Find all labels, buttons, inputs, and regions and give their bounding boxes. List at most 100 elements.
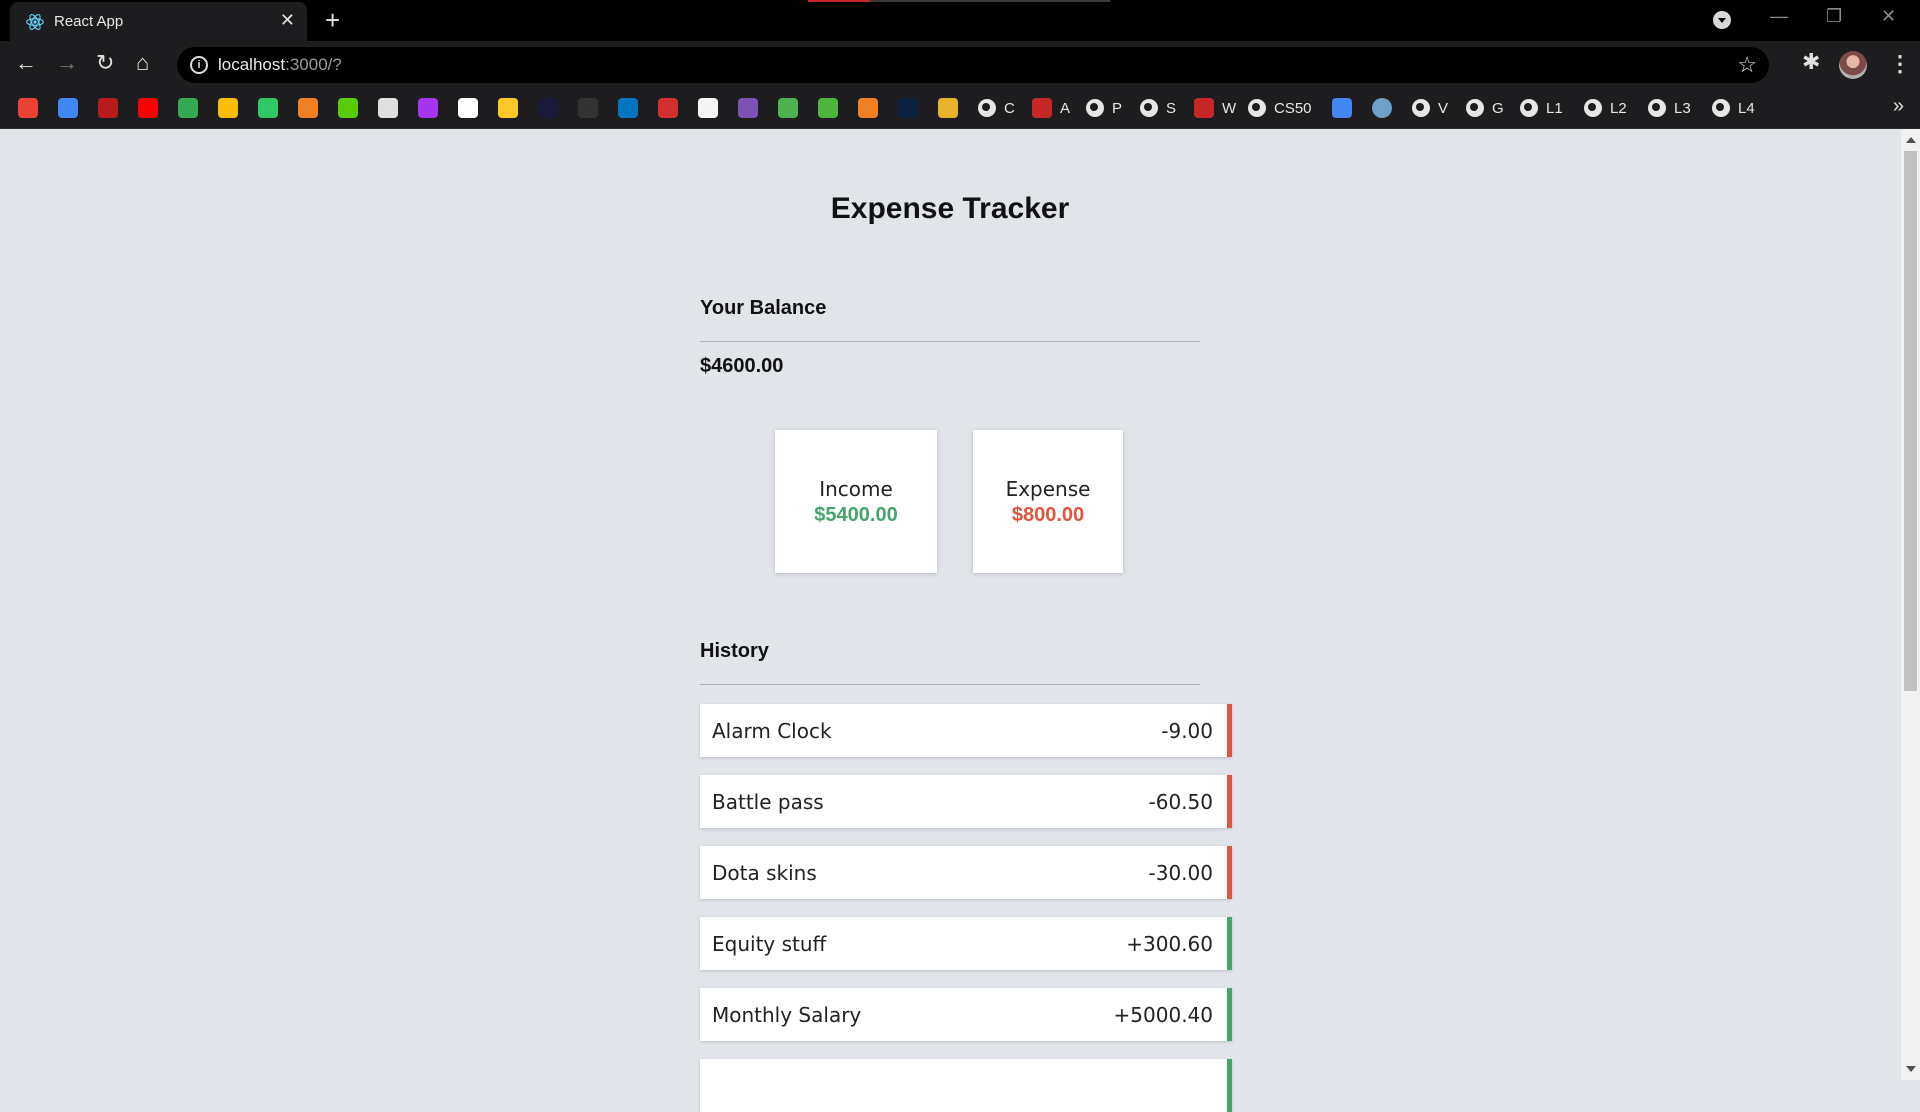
restore-icon[interactable]: ❐ bbox=[1826, 6, 1842, 27]
bookmark-item[interactable] bbox=[218, 97, 238, 119]
globe-icon bbox=[978, 99, 996, 117]
history-divider bbox=[700, 684, 1200, 685]
bookmark-item[interactable] bbox=[618, 97, 638, 119]
bookmark-item[interactable] bbox=[418, 97, 438, 119]
bookmark-item[interactable] bbox=[258, 97, 278, 119]
bookmark-item[interactable] bbox=[1372, 97, 1400, 119]
bookmark-item[interactable] bbox=[18, 97, 38, 119]
tab-search-icon[interactable] bbox=[1713, 11, 1731, 29]
bookmark-item[interactable]: V bbox=[1412, 97, 1448, 119]
bookmark-item[interactable] bbox=[138, 97, 158, 119]
bookmark-label: C bbox=[1004, 99, 1015, 117]
bookmarks-bar: C A P S W CS50 V G L1 L2 L3 L4 » bbox=[0, 88, 1920, 129]
bookmark-item[interactable] bbox=[818, 97, 838, 119]
bookmark-star-icon[interactable]: ☆ bbox=[1737, 52, 1757, 78]
transaction-row[interactable] bbox=[700, 1059, 1232, 1112]
transaction-name: Equity stuff bbox=[712, 932, 827, 956]
scroll-up-icon[interactable] bbox=[1906, 137, 1916, 143]
url-text[interactable]: localhost:3000/? bbox=[218, 55, 342, 75]
dark-square-icon bbox=[898, 98, 918, 118]
balance-divider bbox=[700, 341, 1200, 342]
close-window-icon[interactable]: ✕ bbox=[1881, 6, 1896, 27]
bookmark-item[interactable]: W bbox=[1194, 97, 1236, 119]
bookmark-item[interactable] bbox=[338, 97, 358, 119]
globe-icon bbox=[1648, 99, 1666, 117]
globe-icon bbox=[1520, 99, 1538, 117]
url-host: localhost bbox=[218, 55, 286, 74]
extensions-icon[interactable]: ✱ bbox=[1802, 49, 1820, 75]
bookmark-item[interactable]: S bbox=[1140, 97, 1176, 119]
bookmark-item[interactable]: L1 bbox=[1520, 97, 1563, 119]
bookmark-item[interactable] bbox=[298, 97, 318, 119]
github-icon bbox=[458, 98, 478, 118]
globe-icon bbox=[1584, 99, 1602, 117]
address-bar[interactable]: i localhost:3000/? ☆ bbox=[177, 47, 1769, 83]
transaction-row[interactable]: Alarm Clock -9.00 bbox=[700, 704, 1232, 757]
bookmark-item[interactable]: L2 bbox=[1584, 97, 1627, 119]
info-icon[interactable]: i bbox=[190, 56, 208, 74]
shield-icon bbox=[938, 98, 958, 118]
bookmark-label: P bbox=[1112, 99, 1123, 117]
scroll-down-icon[interactable] bbox=[1906, 1066, 1916, 1072]
bookmark-item[interactable] bbox=[1332, 97, 1360, 119]
transaction-row[interactable]: Equity stuff +300.60 bbox=[700, 917, 1232, 970]
bookmark-item[interactable]: A bbox=[1032, 97, 1070, 119]
transaction-row[interactable]: Battle pass -60.50 bbox=[700, 775, 1232, 828]
income-value: $5400.00 bbox=[814, 504, 898, 526]
reload-icon[interactable]: ↻ bbox=[96, 49, 114, 77]
menu-icon[interactable]: ⋮ bbox=[1889, 51, 1911, 77]
bookmark-item[interactable] bbox=[498, 97, 518, 119]
transaction-row[interactable]: Dota skins -30.00 bbox=[700, 846, 1232, 899]
bookmark-item[interactable] bbox=[578, 97, 598, 119]
bookmark-item[interactable] bbox=[458, 97, 478, 119]
bookmark-item[interactable]: P bbox=[1086, 97, 1122, 119]
crest-icon bbox=[1032, 98, 1052, 118]
page-scrollbar[interactable] bbox=[1901, 129, 1920, 1080]
more-bookmarks-icon[interactable]: » bbox=[1893, 95, 1904, 118]
close-tab-icon[interactable]: ✕ bbox=[280, 10, 295, 30]
bookmark-label: CS50 bbox=[1274, 99, 1312, 117]
red-square-icon bbox=[658, 98, 678, 118]
income-indicator bbox=[1227, 1059, 1232, 1112]
tab-strip: React App ✕ + — ❐ ✕ bbox=[0, 0, 1920, 41]
bookmark-item[interactable] bbox=[98, 97, 118, 119]
minimize-icon[interactable]: — bbox=[1770, 6, 1788, 27]
bookmark-item[interactable] bbox=[898, 97, 918, 119]
udemy-icon bbox=[418, 98, 438, 118]
bookmark-item[interactable] bbox=[178, 97, 198, 119]
bookmark-label: L1 bbox=[1546, 99, 1563, 117]
scroll-thumb[interactable] bbox=[1904, 151, 1917, 691]
bookmark-item[interactable] bbox=[698, 97, 718, 119]
bookmark-item[interactable] bbox=[378, 97, 398, 119]
globe-icon bbox=[1412, 99, 1430, 117]
forward-icon[interactable]: → bbox=[56, 49, 78, 77]
bookmark-item[interactable]: C bbox=[978, 97, 1015, 119]
transaction-name: Dota skins bbox=[712, 861, 817, 885]
bootstrap-icon bbox=[738, 98, 758, 118]
bookmark-item[interactable] bbox=[938, 97, 958, 119]
tab-react-app[interactable]: React App ✕ bbox=[10, 2, 307, 41]
home-icon[interactable]: ⌂ bbox=[136, 49, 149, 77]
youtube-icon bbox=[138, 98, 158, 118]
avatar[interactable] bbox=[1839, 51, 1867, 79]
transaction-row[interactable]: Monthly Salary +5000.40 bbox=[700, 988, 1232, 1041]
bookmark-item[interactable] bbox=[58, 97, 78, 119]
back-icon[interactable]: ← bbox=[15, 49, 37, 77]
tab-title: React App bbox=[54, 13, 124, 30]
income-indicator bbox=[1227, 988, 1232, 1041]
bookmark-item[interactable] bbox=[738, 97, 758, 119]
bookmark-item[interactable]: L3 bbox=[1648, 97, 1691, 119]
bookmark-item[interactable] bbox=[658, 97, 678, 119]
bookmark-item[interactable] bbox=[538, 97, 558, 119]
new-tab-icon[interactable]: + bbox=[325, 7, 340, 33]
bookmark-item[interactable] bbox=[858, 97, 878, 119]
bookmark-item[interactable]: CS50 bbox=[1248, 97, 1312, 119]
expense-value: $800.00 bbox=[1011, 504, 1085, 526]
transaction-amount: +300.60 bbox=[1126, 932, 1213, 956]
expense-indicator bbox=[1227, 775, 1232, 828]
bookmark-item[interactable] bbox=[778, 97, 798, 119]
bookmark-item[interactable]: L4 bbox=[1712, 97, 1755, 119]
bookmark-label: A bbox=[1060, 99, 1071, 117]
transaction-name: Battle pass bbox=[712, 790, 824, 814]
bookmark-item[interactable]: G bbox=[1466, 97, 1504, 119]
